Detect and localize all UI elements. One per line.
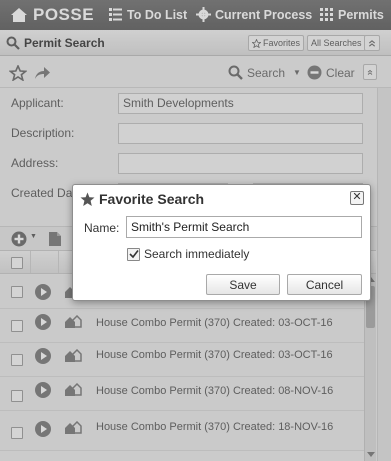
name-label: Name:	[84, 221, 120, 235]
close-icon[interactable]: ✕	[350, 191, 364, 205]
dialog-title: Favorite Search	[80, 191, 204, 207]
favorite-search-dialog: Favorite Search ✕ Name: Search immediate…	[72, 184, 371, 301]
search-immediately-option[interactable]: Search immediately	[127, 247, 249, 261]
dialog-title-text: Favorite Search	[99, 191, 205, 207]
search-immediately-label: Search immediately	[144, 247, 250, 261]
save-button[interactable]: Save	[206, 274, 280, 295]
favorite-name-input[interactable]	[126, 216, 362, 238]
star-icon	[80, 192, 95, 206]
search-immediately-checkbox[interactable]	[127, 247, 140, 261]
cancel-button[interactable]: Cancel	[287, 274, 362, 295]
checkmark-icon	[129, 249, 139, 258]
